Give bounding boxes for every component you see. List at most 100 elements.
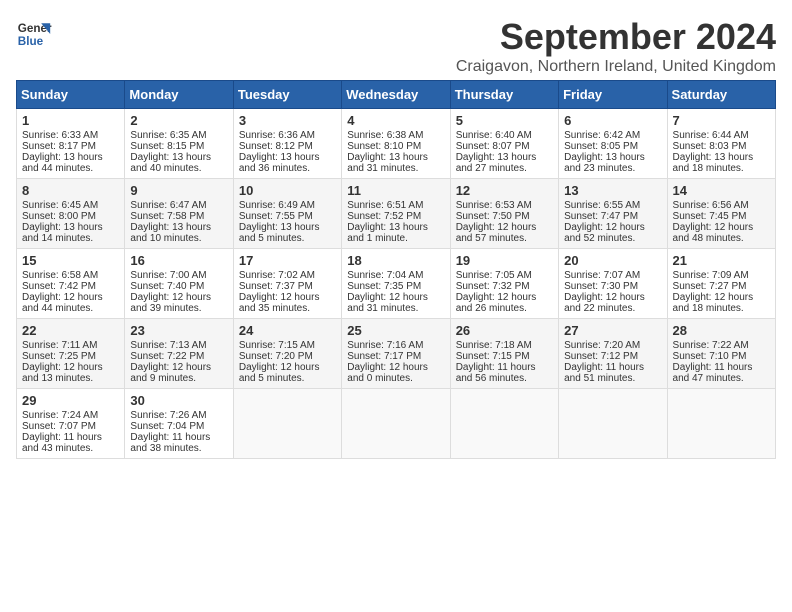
cell-info-line: Sunrise: 6:53 AM bbox=[456, 200, 553, 211]
calendar-table: SundayMondayTuesdayWednesdayThursdayFrid… bbox=[16, 80, 776, 459]
cell-info-line: Daylight: 12 hours bbox=[22, 362, 119, 373]
cell-info-line: Sunset: 8:15 PM bbox=[130, 141, 227, 152]
cell-info-line: Sunset: 7:27 PM bbox=[673, 281, 770, 292]
cell-info-line: Sunset: 7:22 PM bbox=[130, 351, 227, 362]
cell-info-line: Daylight: 12 hours bbox=[239, 292, 336, 303]
cell-info-line: Daylight: 12 hours bbox=[673, 292, 770, 303]
cell-info-line: Sunset: 8:10 PM bbox=[347, 141, 444, 152]
cell-info-line: Sunset: 7:07 PM bbox=[22, 421, 119, 432]
calendar-week-row: 1Sunrise: 6:33 AMSunset: 8:17 PMDaylight… bbox=[17, 109, 776, 179]
cell-info-line: Sunset: 8:03 PM bbox=[673, 141, 770, 152]
svg-text:Blue: Blue bbox=[18, 35, 44, 48]
calendar-header-row: SundayMondayTuesdayWednesdayThursdayFrid… bbox=[17, 81, 776, 109]
logo: General Blue bbox=[16, 16, 52, 52]
title-area: September 2024 Craigavon, Northern Irela… bbox=[456, 16, 776, 76]
cell-info-line: and 56 minutes. bbox=[456, 373, 553, 384]
cell-info-line: Sunrise: 7:16 AM bbox=[347, 340, 444, 351]
cell-info-line: Daylight: 13 hours bbox=[347, 222, 444, 233]
cell-info-line: Sunrise: 7:11 AM bbox=[22, 340, 119, 351]
cell-info-line: and 40 minutes. bbox=[130, 163, 227, 174]
cell-info-line: Daylight: 12 hours bbox=[456, 222, 553, 233]
cell-info-line: and 18 minutes. bbox=[673, 163, 770, 174]
calendar-week-row: 8Sunrise: 6:45 AMSunset: 8:00 PMDaylight… bbox=[17, 179, 776, 249]
cell-info-line: Sunset: 8:00 PM bbox=[22, 211, 119, 222]
logo-icon: General Blue bbox=[16, 16, 52, 52]
day-number: 13 bbox=[564, 183, 661, 198]
cell-info-line: Daylight: 11 hours bbox=[456, 362, 553, 373]
cell-info-line: Daylight: 13 hours bbox=[564, 152, 661, 163]
calendar-cell: 13Sunrise: 6:55 AMSunset: 7:47 PMDayligh… bbox=[559, 179, 667, 249]
calendar-cell bbox=[450, 389, 558, 459]
calendar-cell: 28Sunrise: 7:22 AMSunset: 7:10 PMDayligh… bbox=[667, 319, 775, 389]
cell-info-line: Sunset: 7:55 PM bbox=[239, 211, 336, 222]
day-number: 22 bbox=[22, 323, 119, 338]
day-number: 23 bbox=[130, 323, 227, 338]
day-number: 3 bbox=[239, 113, 336, 128]
calendar-cell bbox=[233, 389, 341, 459]
calendar-cell: 3Sunrise: 6:36 AMSunset: 8:12 PMDaylight… bbox=[233, 109, 341, 179]
calendar-cell: 21Sunrise: 7:09 AMSunset: 7:27 PMDayligh… bbox=[667, 249, 775, 319]
calendar-cell: 17Sunrise: 7:02 AMSunset: 7:37 PMDayligh… bbox=[233, 249, 341, 319]
cell-info-line: Sunset: 7:17 PM bbox=[347, 351, 444, 362]
day-number: 11 bbox=[347, 183, 444, 198]
day-number: 17 bbox=[239, 253, 336, 268]
calendar-cell: 26Sunrise: 7:18 AMSunset: 7:15 PMDayligh… bbox=[450, 319, 558, 389]
cell-info-line: Daylight: 13 hours bbox=[130, 152, 227, 163]
cell-info-line: and 1 minute. bbox=[347, 233, 444, 244]
calendar-day-header: Saturday bbox=[667, 81, 775, 109]
cell-info-line: Sunset: 8:05 PM bbox=[564, 141, 661, 152]
day-number: 30 bbox=[130, 393, 227, 408]
calendar-cell: 2Sunrise: 6:35 AMSunset: 8:15 PMDaylight… bbox=[125, 109, 233, 179]
day-number: 7 bbox=[673, 113, 770, 128]
cell-info-line: Sunset: 8:07 PM bbox=[456, 141, 553, 152]
calendar-cell: 18Sunrise: 7:04 AMSunset: 7:35 PMDayligh… bbox=[342, 249, 450, 319]
cell-info-line: Sunset: 7:47 PM bbox=[564, 211, 661, 222]
day-number: 18 bbox=[347, 253, 444, 268]
calendar-cell: 16Sunrise: 7:00 AMSunset: 7:40 PMDayligh… bbox=[125, 249, 233, 319]
cell-info-line: Sunset: 7:10 PM bbox=[673, 351, 770, 362]
cell-info-line: Daylight: 12 hours bbox=[130, 292, 227, 303]
day-number: 8 bbox=[22, 183, 119, 198]
calendar-cell: 4Sunrise: 6:38 AMSunset: 8:10 PMDaylight… bbox=[342, 109, 450, 179]
day-number: 1 bbox=[22, 113, 119, 128]
cell-info-line: Daylight: 13 hours bbox=[22, 152, 119, 163]
cell-info-line: Sunset: 7:32 PM bbox=[456, 281, 553, 292]
cell-info-line: Daylight: 13 hours bbox=[239, 222, 336, 233]
cell-info-line: and 31 minutes. bbox=[347, 163, 444, 174]
cell-info-line: Sunset: 7:30 PM bbox=[564, 281, 661, 292]
cell-info-line: and 44 minutes. bbox=[22, 303, 119, 314]
cell-info-line: Daylight: 11 hours bbox=[673, 362, 770, 373]
cell-info-line: Sunrise: 7:22 AM bbox=[673, 340, 770, 351]
calendar-cell: 11Sunrise: 6:51 AMSunset: 7:52 PMDayligh… bbox=[342, 179, 450, 249]
cell-info-line: Sunset: 7:15 PM bbox=[456, 351, 553, 362]
cell-info-line: Sunset: 7:04 PM bbox=[130, 421, 227, 432]
cell-info-line: Daylight: 11 hours bbox=[564, 362, 661, 373]
cell-info-line: and 44 minutes. bbox=[22, 163, 119, 174]
cell-info-line: Daylight: 12 hours bbox=[564, 292, 661, 303]
cell-info-line: and 47 minutes. bbox=[673, 373, 770, 384]
cell-info-line: Daylight: 13 hours bbox=[347, 152, 444, 163]
calendar-cell: 23Sunrise: 7:13 AMSunset: 7:22 PMDayligh… bbox=[125, 319, 233, 389]
month-title: September 2024 bbox=[456, 16, 776, 58]
cell-info-line: and 27 minutes. bbox=[456, 163, 553, 174]
calendar-cell bbox=[667, 389, 775, 459]
day-number: 9 bbox=[130, 183, 227, 198]
calendar-day-header: Monday bbox=[125, 81, 233, 109]
calendar-cell: 19Sunrise: 7:05 AMSunset: 7:32 PMDayligh… bbox=[450, 249, 558, 319]
cell-info-line: and 38 minutes. bbox=[130, 443, 227, 454]
cell-info-line: Sunrise: 6:35 AM bbox=[130, 130, 227, 141]
cell-info-line: Sunrise: 6:44 AM bbox=[673, 130, 770, 141]
cell-info-line: Sunset: 7:42 PM bbox=[22, 281, 119, 292]
day-number: 27 bbox=[564, 323, 661, 338]
day-number: 26 bbox=[456, 323, 553, 338]
cell-info-line: and 36 minutes. bbox=[239, 163, 336, 174]
calendar-day-header: Thursday bbox=[450, 81, 558, 109]
calendar-cell: 14Sunrise: 6:56 AMSunset: 7:45 PMDayligh… bbox=[667, 179, 775, 249]
cell-info-line: Sunset: 8:12 PM bbox=[239, 141, 336, 152]
day-number: 12 bbox=[456, 183, 553, 198]
calendar-cell: 7Sunrise: 6:44 AMSunset: 8:03 PMDaylight… bbox=[667, 109, 775, 179]
cell-info-line: Sunrise: 7:13 AM bbox=[130, 340, 227, 351]
cell-info-line: Sunrise: 7:07 AM bbox=[564, 270, 661, 281]
cell-info-line: Sunrise: 7:02 AM bbox=[239, 270, 336, 281]
cell-info-line: Sunrise: 6:55 AM bbox=[564, 200, 661, 211]
